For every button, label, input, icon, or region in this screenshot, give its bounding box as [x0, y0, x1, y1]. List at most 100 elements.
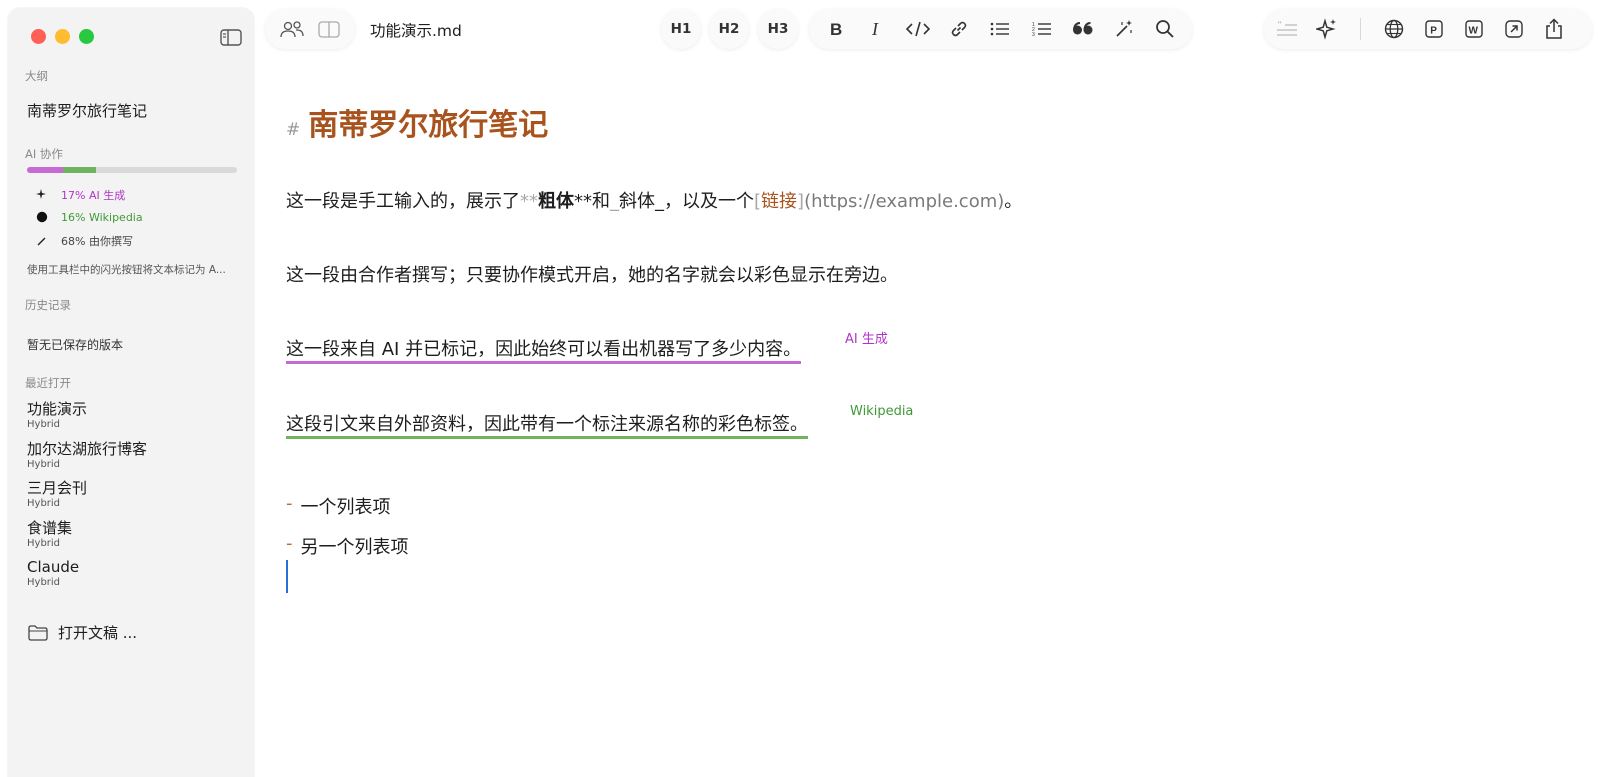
- circle-icon: [35, 210, 49, 224]
- list-item-text: 一个列表项: [300, 497, 391, 518]
- markdown-marker: [: [754, 191, 762, 212]
- ai-generated-tag: AI 生成: [845, 332, 888, 347]
- toolbar-divider: [1360, 18, 1361, 40]
- word-icon: W: [1465, 20, 1483, 38]
- bullet-list-button[interactable]: [987, 16, 1013, 42]
- view-controls: [265, 9, 355, 49]
- numbered-list-icon: 123: [1032, 22, 1051, 37]
- ai-marked-text: 这一段来自 AI 并已标记，因此始终可以看出机器写了多少内容。: [286, 339, 802, 364]
- recent-item-subtitle: Hybrid: [27, 577, 61, 588]
- svg-text:3: 3: [1032, 32, 1035, 37]
- recent-item-subtitle: Hybrid: [27, 458, 61, 470]
- folder-icon: [28, 624, 48, 641]
- share-icon: [1546, 18, 1562, 39]
- share-button[interactable]: [1541, 16, 1567, 42]
- web-export-button[interactable]: [1381, 16, 1407, 42]
- ai-hint-text: 使用工具栏中的闪光按钮将文本标记为 A...: [27, 264, 226, 276]
- markdown-marker: ]: [797, 191, 805, 212]
- recent-item-title: 功能演示: [27, 400, 88, 418]
- recent-item[interactable]: 三月会刊 Hybrid: [27, 478, 147, 518]
- citation-button[interactable]: “: [1274, 16, 1300, 42]
- open-draft-button[interactable]: 打开文稿 ...: [28, 622, 137, 643]
- quote-icon: [1072, 22, 1093, 35]
- external-link-icon: [1505, 20, 1523, 38]
- human-stat-label: 68% 由你撰写: [61, 235, 133, 248]
- recent-item[interactable]: 加尔达湖旅行博客 Hybrid: [27, 439, 147, 479]
- svg-text:P: P: [1430, 26, 1437, 37]
- bold-button[interactable]: B: [823, 16, 849, 42]
- h1-button[interactable]: H1: [661, 9, 701, 49]
- paragraph-wikipedia[interactable]: 这段引文来自外部资料，因此带有一个标注来源名称的彩色标签。: [286, 410, 808, 439]
- outline-item[interactable]: 南蒂罗尔旅行笔记: [27, 100, 147, 121]
- wikipedia-tag: Wikipedia: [850, 404, 914, 419]
- ai-bar-segment: [27, 167, 63, 173]
- bullet-list-icon: [991, 22, 1010, 36]
- heading[interactable]: # 南蒂罗尔旅行笔记: [286, 100, 548, 144]
- pdf-icon: P: [1425, 20, 1443, 38]
- collaborators-button[interactable]: [279, 16, 305, 42]
- recent-item-title: Claude: [27, 558, 80, 576]
- citation-icon: “: [1277, 20, 1297, 36]
- recent-item[interactable]: 食谱集 Hybrid: [27, 518, 147, 558]
- bold-icon: B: [830, 20, 842, 38]
- paragraph-collaborator[interactable]: 这一段由合作者撰写；只要协作模式开启，她的名字就会以彩色显示在旁边。: [286, 261, 898, 287]
- recent-list: 功能演示 Hybrid 加尔达湖旅行博客 Hybrid 三月会刊 Hybrid …: [27, 399, 147, 597]
- pdf-export-button[interactable]: P: [1421, 16, 1447, 42]
- ai-stat-ai: 17% AI 生成: [35, 187, 125, 203]
- open-external-button[interactable]: [1501, 16, 1527, 42]
- ai-sparkle-button[interactable]: [1314, 16, 1340, 42]
- split-view-button[interactable]: [316, 16, 342, 42]
- code-icon: [905, 21, 931, 37]
- recent-item[interactable]: Claude Hybrid: [27, 557, 147, 597]
- h3-button[interactable]: H3: [758, 9, 798, 49]
- minimize-window-button[interactable]: [55, 29, 70, 44]
- text: 。: [1004, 191, 1023, 212]
- text-caret: [286, 560, 288, 593]
- recent-item[interactable]: 功能演示 Hybrid: [27, 399, 147, 439]
- ai-stat-human: 68% 由你撰写: [35, 233, 133, 249]
- list-item[interactable]: - 另一个列表项: [286, 533, 409, 559]
- history-empty-text: 暂无已保存的版本: [27, 338, 124, 352]
- zoom-window-button[interactable]: [79, 29, 94, 44]
- list-item-text: 另一个列表项: [300, 537, 409, 558]
- magic-wand-button[interactable]: [1111, 16, 1137, 42]
- ai-collab-bar: [27, 167, 237, 173]
- text: _，以及一个: [655, 191, 754, 212]
- pencil-icon: [35, 234, 49, 248]
- window-controls: [31, 29, 94, 44]
- wikipedia-marked-text: 这段引文来自外部资料，因此带有一个标注来源名称的彩色标签。: [286, 414, 808, 439]
- document-title: 功能演示.md: [370, 22, 462, 40]
- list-item[interactable]: - 一个列表项: [286, 493, 391, 519]
- word-export-button[interactable]: W: [1461, 16, 1487, 42]
- link-text[interactable]: 链接: [761, 191, 797, 212]
- heading-text: 南蒂罗尔旅行笔记: [308, 108, 549, 143]
- list-marker: -: [286, 533, 293, 554]
- code-button[interactable]: [905, 16, 931, 42]
- wikipedia-stat-label: 16% Wikipedia: [61, 210, 143, 224]
- list-marker: -: [286, 493, 293, 514]
- h2-button[interactable]: H2: [709, 9, 749, 49]
- open-draft-label: 打开文稿 ...: [58, 624, 138, 642]
- close-window-button[interactable]: [31, 29, 46, 44]
- markdown-marker: _: [610, 191, 619, 212]
- svg-text:W: W: [1469, 26, 1479, 37]
- search-icon: [1156, 20, 1175, 38]
- format-toolbar: B I 123: [809, 9, 1192, 49]
- quote-button[interactable]: [1070, 16, 1096, 42]
- numbered-list-button[interactable]: 123: [1029, 16, 1055, 42]
- people-icon: [279, 21, 304, 38]
- italic-button[interactable]: I: [864, 16, 890, 42]
- sparkle-icon: [1316, 18, 1336, 40]
- recent-label: 最近打开: [25, 376, 71, 390]
- ai-stat-label: 17% AI 生成: [61, 189, 126, 202]
- link-url: (https://example.com): [804, 191, 1005, 212]
- export-toolbar: “ P W: [1264, 9, 1592, 49]
- ai-stat-wikipedia: 16% Wikipedia: [35, 210, 143, 224]
- search-button[interactable]: [1152, 16, 1178, 42]
- italic-icon: I: [871, 20, 879, 38]
- svg-text:I: I: [871, 20, 879, 38]
- paragraph-ai[interactable]: 这一段来自 AI 并已标记，因此始终可以看出机器写了多少内容。: [286, 335, 802, 364]
- sidebar-toggle-button[interactable]: [217, 26, 245, 48]
- link-button[interactable]: [946, 16, 972, 42]
- paragraph-manual[interactable]: 这一段是手工输入的，展示了**粗体**和_斜体_，以及一个[链接](https:…: [286, 187, 1022, 213]
